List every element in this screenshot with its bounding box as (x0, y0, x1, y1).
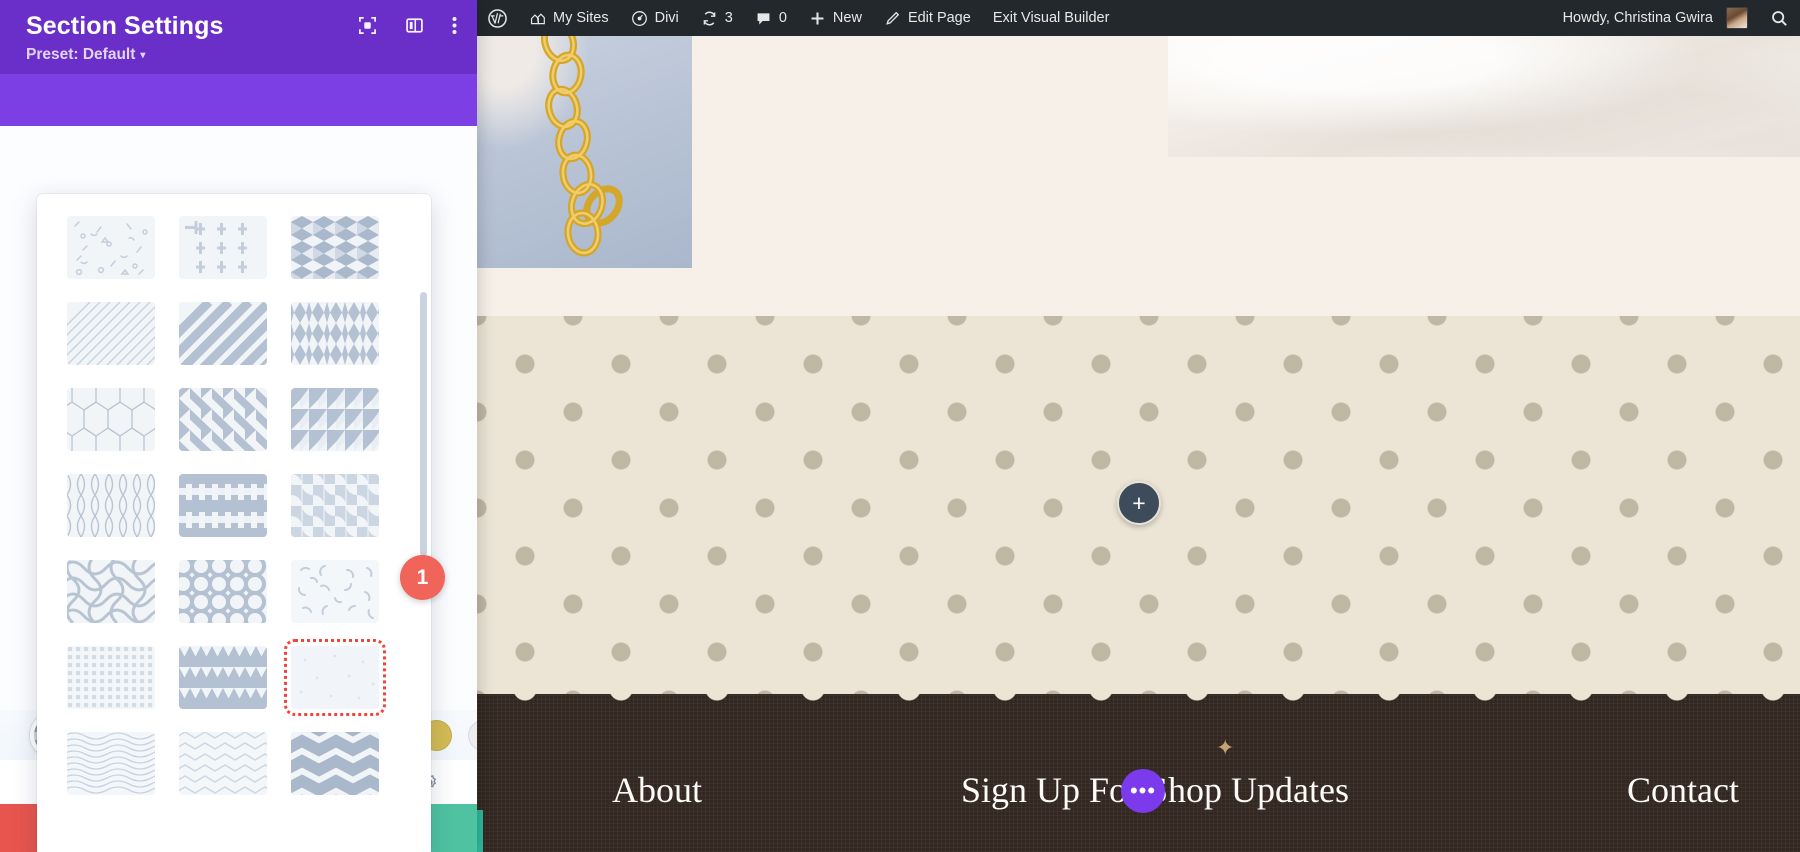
avatar (1726, 7, 1748, 29)
preset-label: Preset: Default (26, 46, 136, 63)
scattered-arcs-pattern[interactable] (291, 560, 379, 623)
preset-selector[interactable]: Preset: Default ▾ (26, 46, 453, 64)
vertical-dots-icon[interactable] (452, 16, 457, 35)
pattern-grid (67, 216, 401, 795)
adminbar-item-divi[interactable]: Divi (620, 0, 690, 36)
footer-link-contact[interactable]: Contact (1627, 769, 1739, 811)
adminbar-item-edit-page[interactable]: Edit Page (873, 0, 982, 36)
layout-panel-icon[interactable] (405, 16, 424, 35)
hero-image-chain (477, 36, 692, 268)
pattern-picker-dropdown[interactable] (37, 194, 431, 852)
adminbar-item-my-sites[interactable]: My Sites (518, 0, 620, 36)
adminbar-item-exit-visual-builder[interactable]: Exit Visual Builder (982, 0, 1121, 36)
wavy-lines-pattern[interactable] (67, 732, 155, 795)
wordpress-logo-icon (488, 8, 507, 28)
chevron-bold-pattern[interactable] (291, 732, 379, 795)
pinwheel-triangles-pattern[interactable] (179, 388, 267, 451)
adminbar-label: 0 (778, 10, 787, 26)
pencil-icon (884, 10, 901, 27)
wordpress-admin-bar: My Sites Divi 3 0 New Edit Page Exit Vis… (477, 0, 1800, 36)
diagonal-bold-stripes-pattern[interactable] (179, 302, 267, 365)
adminbar-search-button[interactable] (1759, 0, 1800, 36)
interlocking-circles-pattern[interactable] (179, 560, 267, 623)
adminbar-label: Edit Page (907, 10, 971, 26)
adminbar-howdy[interactable]: Howdy, Christina Gwira (1552, 0, 1759, 36)
scrollbar-thumb[interactable] (420, 292, 427, 556)
confetti-pattern[interactable] (67, 216, 155, 279)
diamond-tile-pattern[interactable] (291, 302, 379, 365)
add-section-button[interactable]: + (1117, 481, 1161, 525)
adminbar-label: My Sites (553, 10, 609, 26)
tiny-squares-grid-pattern[interactable] (67, 646, 155, 709)
circle-quarters-pattern[interactable] (291, 474, 379, 537)
focus-target-icon[interactable] (358, 16, 377, 35)
footer-scallop-divider (477, 693, 1800, 706)
step-badge-1: 1 (400, 555, 445, 600)
sparse-dots-pattern[interactable] (284, 639, 386, 716)
chevron-down-icon: ▾ (140, 49, 146, 61)
adminbar-label: New (832, 10, 862, 26)
chevron-blocks-pattern[interactable] (291, 388, 379, 451)
adminbar-item-new[interactable]: New (798, 0, 873, 36)
diamonds-plus-pattern[interactable] (179, 216, 267, 279)
section-settings-panel: Section Settings Preset: Default ▾ (0, 0, 477, 852)
pattern-scroll-area[interactable] (37, 194, 431, 852)
honeycomb-outline-pattern[interactable] (67, 388, 155, 451)
sparkle-icon: ✦ (1216, 735, 1235, 760)
triangles-pattern[interactable] (179, 646, 267, 709)
wavy-curves-pattern[interactable] (67, 560, 155, 623)
adminbar-item-comments[interactable]: 0 (744, 0, 798, 36)
adminbar-label: Exit Visual Builder (992, 10, 1110, 26)
extra-swatch[interactable] (468, 719, 477, 751)
pattern-scrollbar[interactable] (420, 194, 427, 852)
screen: + About Sign Up For Shop Updates Contact… (0, 0, 1800, 852)
comments-icon (755, 10, 772, 27)
teal-edge-marker (477, 810, 483, 852)
search-icon (1770, 9, 1789, 28)
my-sites-icon (529, 10, 546, 27)
moroccan-lattice-pattern[interactable] (67, 474, 155, 537)
diagonal-thin-stripes-pattern[interactable] (67, 302, 155, 365)
howdy-label: Howdy, Christina Gwira (1562, 10, 1713, 26)
adminbar-label: Divi (654, 10, 679, 26)
plus-icon (809, 10, 826, 27)
footer-link-about[interactable]: About (612, 769, 702, 811)
adminbar-label: 3 (724, 10, 733, 26)
zigzag-thin-pattern[interactable] (179, 732, 267, 795)
hero-image-marble (1168, 36, 1800, 157)
divi-icon (631, 10, 648, 27)
module-options-button[interactable]: ••• (1121, 769, 1165, 813)
adminbar-item-updates[interactable]: 3 (690, 0, 744, 36)
panel-header: Section Settings Preset: Default ▾ (0, 0, 477, 74)
panel-body: ••• Saved Global Recent (0, 126, 477, 852)
cubes-pattern[interactable] (291, 216, 379, 279)
panel-header-icons (358, 16, 457, 35)
gold-chain-graphic (540, 36, 623, 257)
bamboo-vertical-pattern[interactable] (179, 474, 267, 537)
adminbar-item-wordpress[interactable] (477, 0, 518, 36)
updates-icon (701, 10, 718, 27)
plus-icon: + (1132, 489, 1146, 516)
panel-tabs-strip[interactable] (0, 74, 477, 126)
